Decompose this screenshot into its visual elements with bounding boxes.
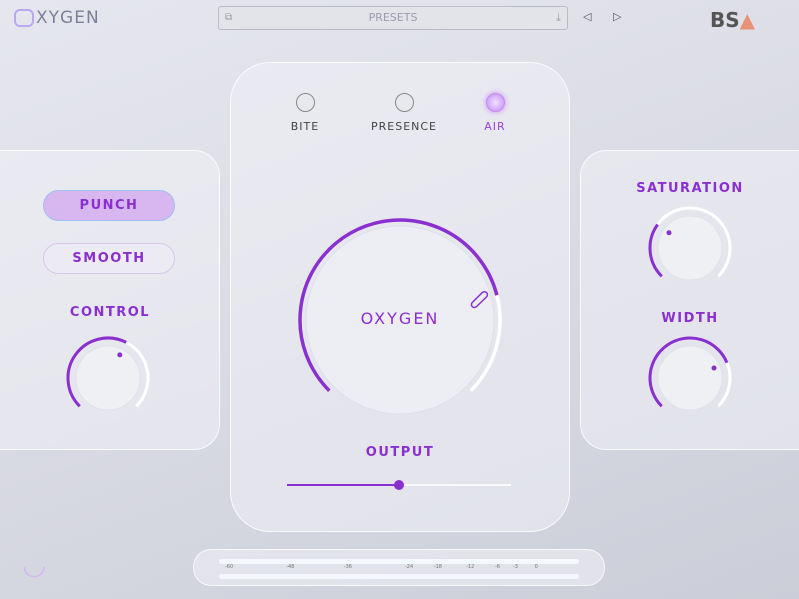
next-preset-button[interactable]: ▷ [613,10,621,23]
knob-indicator [117,352,123,358]
meter-tick: -12 [466,564,475,570]
knob-body [657,345,723,411]
radio-icon [394,93,414,112]
mode-label: AIR [484,120,506,133]
mode-bite[interactable]: BITE [280,93,330,133]
meter-tick: -60 [225,564,234,570]
meter-bar-right [219,574,579,579]
meter-tick: -3 [513,564,518,570]
meter-tick: -6 [495,564,500,570]
meter-tick: 0 [534,564,538,570]
open-preset-icon[interactable]: ⧉ [225,7,232,29]
mode-label: BITE [290,120,320,133]
bowl-icon: ◡ [22,548,47,581]
meter-bar-left [219,559,579,564]
presets-label: PRESETS [368,11,418,24]
brand-text: BS [710,8,740,32]
meter-tick: -24 [405,564,414,570]
oxygen-knob-label: OXYGEN [360,309,440,328]
level-meter [193,549,605,586]
brand-logo: BS▲ [710,8,755,32]
prev-preset-button[interactable]: ◁ [583,10,591,23]
knob-body [657,215,723,281]
mode-air[interactable]: AIR [470,93,520,133]
output-label: OUTPUT [365,445,435,460]
radio-icon [295,93,315,112]
mode-label: PRESENCE [370,120,438,133]
control-knob[interactable] [60,330,156,426]
knob-body [75,345,141,411]
knob-indicator [666,230,672,236]
control-label: CONTROL [69,305,151,320]
meter-tick: -36 [343,564,352,570]
output-slider[interactable] [287,480,511,490]
knob-indicator [711,365,717,371]
brand-mark: ▲ [739,8,756,32]
app-logo: XYGEN [14,8,100,28]
logo-o-icon [14,9,34,27]
mode-presence[interactable]: PRESENCE [364,93,444,133]
meter-tick: -18 [433,564,442,570]
saturation-knob[interactable] [642,200,738,296]
radio-icon [485,93,505,112]
presets-dropdown[interactable]: ⧉ PRESETS ⤓ [218,6,568,30]
width-knob[interactable] [642,330,738,426]
save-preset-icon[interactable]: ⤓ [556,7,561,29]
saturation-label: SATURATION [636,181,744,196]
width-label: WIDTH [661,311,719,326]
top-bar: XYGEN ⧉ PRESETS ⤓ ◁ ▷ BS▲ [0,0,799,38]
logo-text: XYGEN [36,8,100,28]
meter-tick: -48 [286,564,295,570]
slider-thumb[interactable] [394,480,404,490]
punch-button[interactable]: PUNCH [43,190,175,221]
smooth-button[interactable]: SMOOTH [43,243,175,274]
mode-selector: BITE PRESENCE AIR [280,93,520,133]
slider-fill [287,484,399,486]
